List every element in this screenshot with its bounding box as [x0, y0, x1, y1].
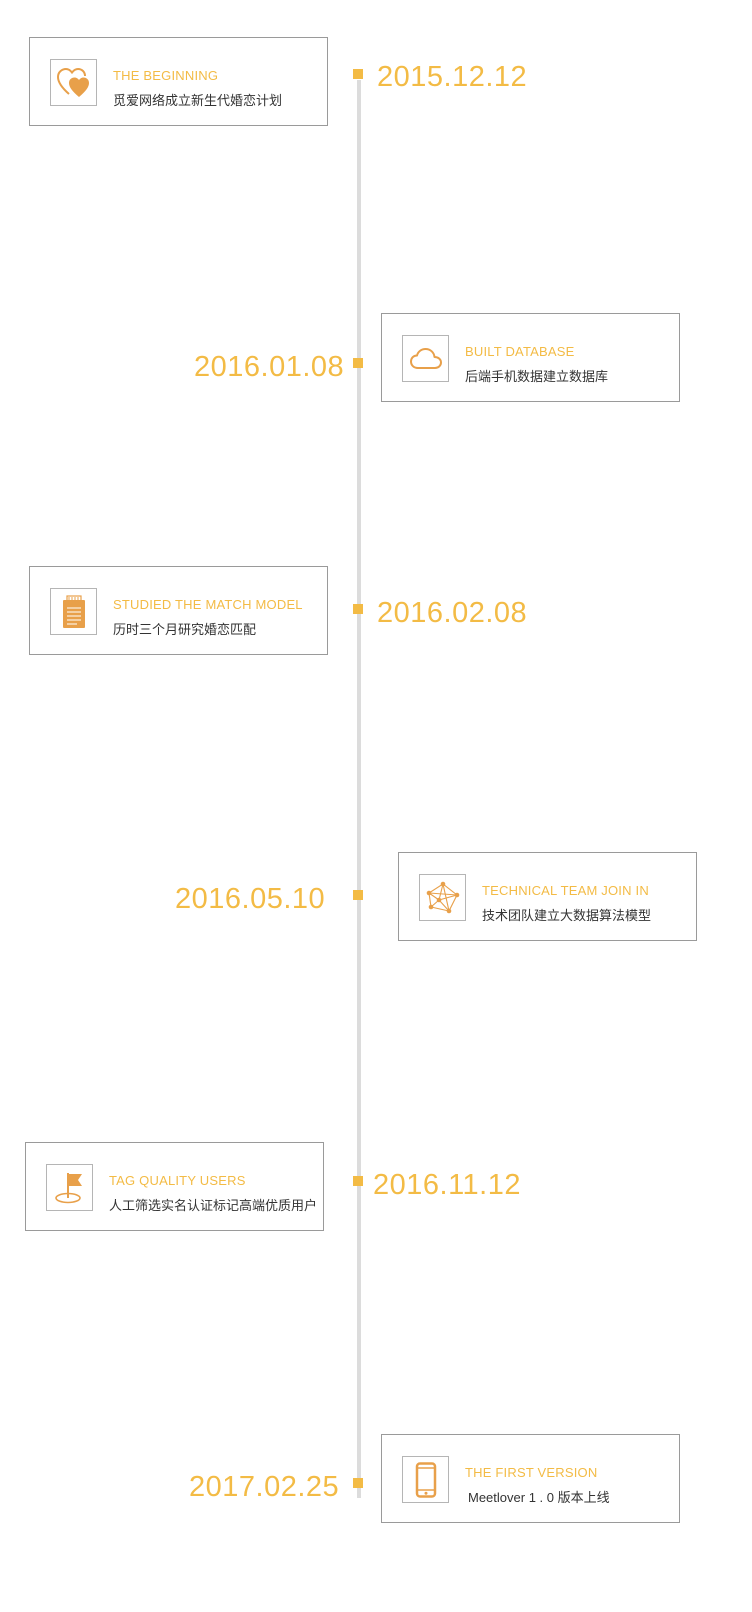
- event-card: THE FIRST VERSION Meetlover 1 . 0 版本上线: [381, 1434, 680, 1523]
- event-title: TECHNICAL TEAM JOIN IN: [482, 883, 649, 898]
- timeline-marker: [353, 604, 363, 614]
- timeline-marker: [353, 1176, 363, 1186]
- timeline-marker: [353, 69, 363, 79]
- event-subtitle: 后端手机数据建立数据库: [465, 369, 609, 384]
- event-title: TAG QUALITY USERS: [109, 1173, 246, 1188]
- event-subtitle: 人工筛选实名认证标记高端优质用户: [109, 1198, 318, 1213]
- event-date: 2016.02.08: [377, 597, 528, 629]
- event-title: THE BEGINNING: [113, 68, 219, 83]
- event-subtitle: Meetlover 1 . 0 版本上线: [468, 1490, 610, 1505]
- event-card: TECHNICAL TEAM JOIN IN 技术团队建立大数据算法模型: [398, 852, 697, 941]
- event-title: THE FIRST VERSION: [465, 1465, 598, 1480]
- event-date: 2016.01.08: [194, 351, 345, 383]
- network-icon: [419, 874, 466, 921]
- flag-icon: [46, 1164, 93, 1211]
- event-date: 2015.12.12: [377, 61, 528, 93]
- event-date: 2017.02.25: [189, 1471, 340, 1503]
- event-card: BUILT DATABASE 后端手机数据建立数据库: [381, 313, 680, 402]
- event-title: BUILT DATABASE: [465, 344, 575, 359]
- timeline-marker: [353, 358, 363, 368]
- timeline-axis: [357, 80, 361, 1498]
- cloud-icon: [402, 335, 449, 382]
- event-title: STUDIED THE MATCH MODEL: [113, 597, 303, 612]
- event-date: 2016.05.10: [175, 883, 326, 915]
- event-subtitle: 技术团队建立大数据算法模型: [482, 908, 652, 923]
- event-card: THE BEGINNING 觅爱网络成立新生代婚恋计划: [29, 37, 328, 126]
- event-subtitle: 历时三个月研究婚恋匹配: [113, 622, 257, 637]
- timeline-marker: [353, 1478, 363, 1488]
- event-card: TAG QUALITY USERS 人工筛选实名认证标记高端优质用户: [25, 1142, 324, 1231]
- event-card: STUDIED THE MATCH MODEL 历时三个月研究婚恋匹配: [29, 566, 328, 655]
- event-date: 2016.11.12: [373, 1169, 521, 1201]
- phone-icon: [402, 1456, 449, 1503]
- event-subtitle: 觅爱网络成立新生代婚恋计划: [113, 93, 283, 108]
- notepad-icon: [50, 588, 97, 635]
- timeline-marker: [353, 890, 363, 900]
- hearts-icon: [50, 59, 97, 106]
